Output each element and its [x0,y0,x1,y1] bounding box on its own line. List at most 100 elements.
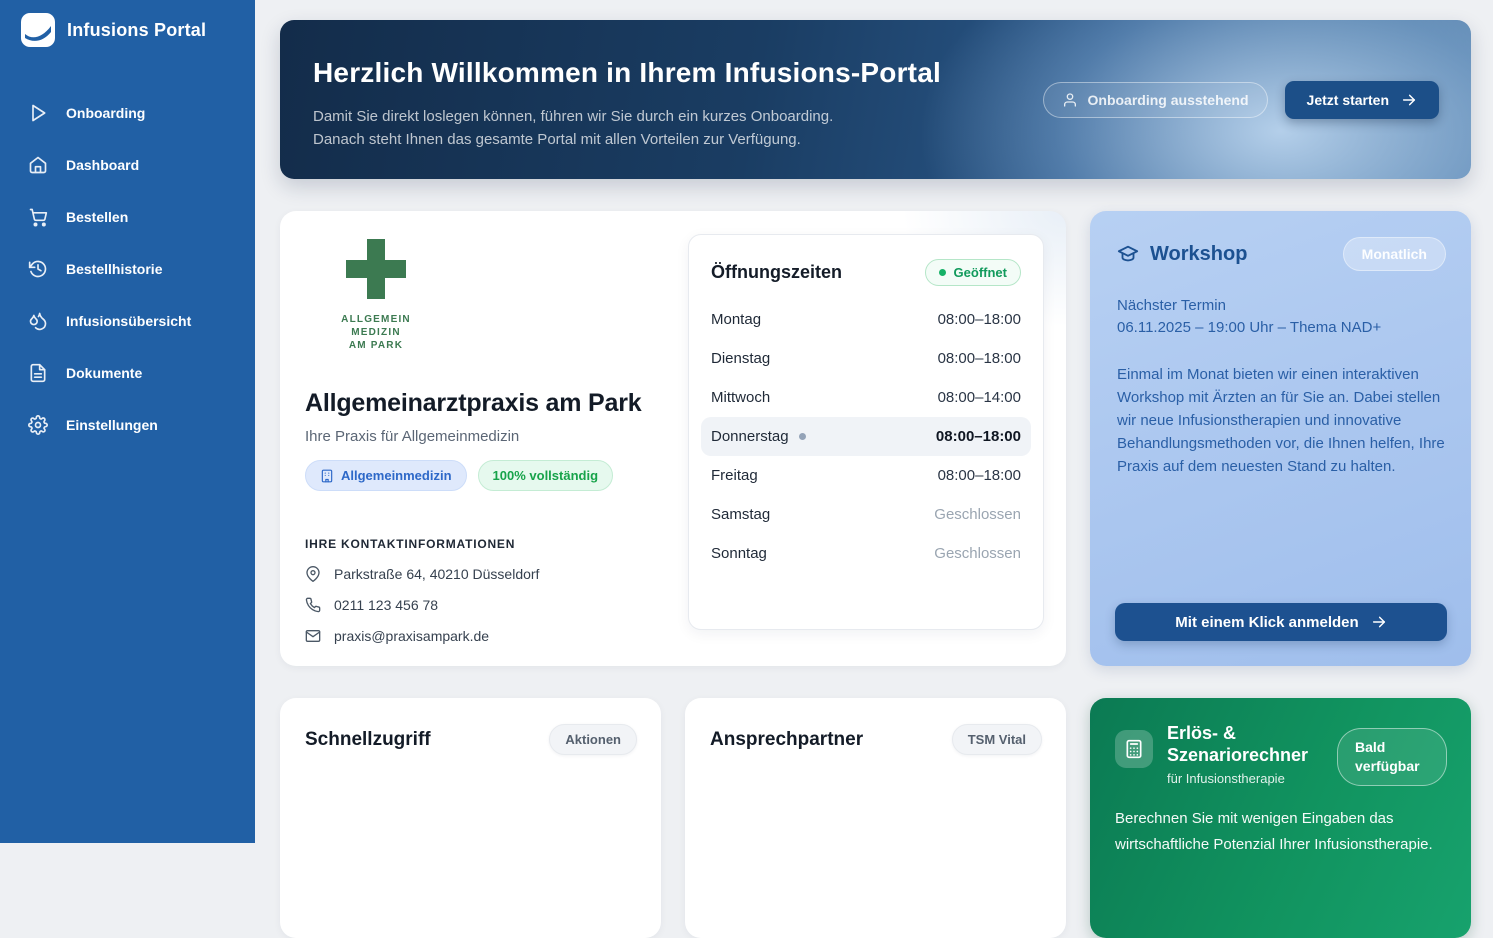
coming-soon-badge: Bald verfügbar [1337,728,1447,786]
jetzt-starten-label: Jetzt starten [1307,92,1389,108]
contact-email-row: praxis@praxisampark.de [305,628,680,644]
contact-heading: IHRE KONTAKTINFORMATIONEN [305,537,680,551]
time-value: 08:00–14:00 [938,389,1021,406]
calculator-icon-box [1115,730,1153,768]
medical-cross-icon [346,239,406,299]
email-value: praxis@praxisampark.de [334,628,489,644]
sidebar-item-label: Bestellen [66,209,128,225]
welcome-banner: Herzlich Willkommen in Ihrem Infusions-P… [280,20,1471,179]
onboarding-status-label: Onboarding ausstehend [1088,92,1249,108]
time-value: Geschlossen [934,506,1021,523]
opening-hours-row: Mittwoch 08:00–14:00 [701,378,1031,417]
contact-persons-title: Ansprechpartner [710,729,863,751]
workshop-signup-label: Mit einem Klick anmelden [1175,614,1358,631]
sidebar-item-dashboard[interactable]: Dashboard [12,143,243,187]
phone-value: 0211 123 456 78 [334,597,438,613]
home-icon [28,155,48,175]
specialty-badge-label: Allgemeinmedizin [341,468,452,483]
brand: Infusions Portal [0,0,255,47]
clinic-logo-line: ALLGEMEIN [310,313,442,326]
contact-phone-row: 0211 123 456 78 [305,597,680,613]
revenue-calculator-card: Erlös- & Szenariorechner für Infusionsth… [1090,698,1471,938]
specialty-badge: Allgemeinmedizin [305,460,467,491]
user-icon [1062,92,1078,108]
phone-icon [305,597,321,613]
building-icon [320,469,334,483]
calculator-description: Berechnen Sie mit wenigen Eingaben das w… [1115,806,1447,858]
quick-access-badge: Aktionen [549,724,637,755]
sidebar-item-label: Infusionsübersicht [66,313,191,329]
app-logo-icon [21,13,55,47]
clinic-logo-line: MEDIZIN [310,326,442,339]
time-value: 08:00–18:00 [938,467,1021,484]
opening-hours-row: Dienstag 08:00–18:00 [701,339,1031,378]
completeness-badge: 100% vollständig [478,460,613,491]
contact-persons-card: Ansprechpartner TSM Vital [685,698,1066,938]
graduation-cap-icon [1117,243,1139,265]
workshop-frequency-badge: Monatlich [1343,237,1446,271]
map-pin-icon [305,566,321,582]
workshop-title: Workshop [1150,243,1247,266]
sidebar-item-infusionsuebersicht[interactable]: Infusionsübersicht [12,299,243,343]
day-label: Sonntag [711,545,767,562]
practice-name: Allgemeinarztpraxis am Park [305,389,680,418]
sidebar-item-label: Dokumente [66,365,142,381]
day-label: Donnerstag [711,428,789,445]
opening-hours-row: Montag 08:00–18:00 [701,300,1031,339]
open-status-label: Geöffnet [954,265,1007,280]
time-value: Geschlossen [934,545,1021,562]
address-value: Parkstraße 64, 40210 Düsseldorf [334,566,539,582]
document-icon [28,363,48,383]
sidebar: Infusions Portal Onboarding Dashboard Be… [0,0,255,843]
jetzt-starten-button[interactable]: Jetzt starten [1285,81,1439,119]
play-icon [28,103,48,123]
clinic-logo-line: AM PARK [310,339,442,352]
opening-hours-row: Sonntag Geschlossen [701,534,1031,573]
today-dot-icon [799,433,806,440]
open-dot-icon [939,269,946,276]
sidebar-item-label: Onboarding [66,105,145,121]
main-content: Herzlich Willkommen in Ihrem Infusions-P… [255,0,1493,843]
opening-hours-row-today: Donnerstag 08:00–18:00 [701,417,1031,456]
arrow-right-icon [1371,614,1387,630]
quick-access-title: Schnellzugriff [305,729,431,751]
quick-access-card: Schnellzugriff Aktionen [280,698,661,938]
sidebar-item-label: Einstellungen [66,417,158,433]
calculator-icon [1124,739,1144,759]
workshop-card: Workshop Monatlich Nächster Termin 06.11… [1090,211,1471,666]
mail-icon [305,628,321,644]
workshop-next-value: 06.11.2025 – 19:00 Uhr – Thema NAD+ [1117,317,1446,339]
open-status-badge: Geöffnet [925,259,1021,286]
calculator-title-line1: Erlös- & [1167,722,1337,744]
sidebar-item-einstellungen[interactable]: Einstellungen [12,403,243,447]
sidebar-item-dokumente[interactable]: Dokumente [12,351,243,395]
time-value: 08:00–18:00 [936,428,1021,445]
opening-hours-row: Samstag Geschlossen [701,495,1031,534]
calculator-subtitle: für Infusionstherapie [1167,771,1337,786]
sidebar-item-onboarding[interactable]: Onboarding [12,91,243,135]
day-label: Dienstag [711,350,770,367]
sidebar-item-bestellhistorie[interactable]: Bestellhistorie [12,247,243,291]
history-icon [28,259,48,279]
opening-hours-row: Freitag 08:00–18:00 [701,456,1031,495]
workshop-description: Einmal im Monat bieten wir einen interak… [1117,363,1445,478]
day-label: Freitag [711,467,758,484]
droplets-icon [28,311,48,331]
day-label: Mittwoch [711,389,770,406]
practice-subtitle: Ihre Praxis für Allgemeinmedizin [305,428,680,445]
gear-icon [28,415,48,435]
contact-persons-badge: TSM Vital [952,724,1042,755]
onboarding-status-badge: Onboarding ausstehend [1043,82,1268,118]
contact-address-row: Parkstraße 64, 40210 Düsseldorf [305,566,680,582]
opening-hours-title: Öffnungszeiten [711,262,842,283]
day-label: Samstag [711,506,770,523]
workshop-signup-button[interactable]: Mit einem Klick anmelden [1115,603,1447,641]
sidebar-item-bestellen[interactable]: Bestellen [12,195,243,239]
sidebar-nav: Onboarding Dashboard Bestellen Bestellhi… [0,91,255,447]
completeness-badge-label: 100% vollständig [493,468,598,483]
sidebar-item-label: Dashboard [66,157,139,173]
calculator-title-line2: Szenariorechner [1167,744,1337,766]
brand-title: Infusions Portal [67,20,206,41]
time-value: 08:00–18:00 [938,311,1021,328]
arrow-right-icon [1401,92,1417,108]
